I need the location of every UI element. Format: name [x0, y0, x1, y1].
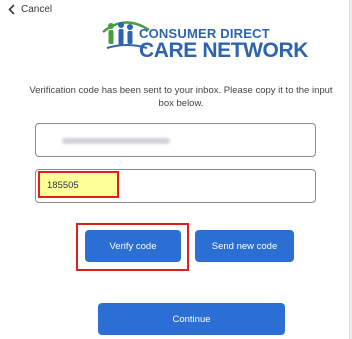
- cancel-label: Cancel: [21, 4, 53, 15]
- chevron-left-icon: [8, 4, 15, 15]
- consumer-direct-logo: CONSUMER DIRECT CARE NETWORK: [97, 10, 308, 64]
- email-field[interactable]: [35, 123, 316, 157]
- verification-code-field[interactable]: 185505: [35, 169, 316, 203]
- code-value: 185505: [47, 180, 79, 191]
- cancel-link[interactable]: Cancel: [8, 4, 52, 15]
- logo-text-bottom: CARE NETWORK: [139, 39, 309, 62]
- continue-button[interactable]: Continue: [98, 303, 285, 335]
- verification-card: Cancel CONSUMER DIRECT CARE NETWORK Veri…: [0, 0, 350, 339]
- send-new-code-button[interactable]: Send new code: [195, 230, 294, 262]
- instruction-text: Verification code has been sent to your …: [29, 85, 333, 109]
- code-highlight: 185505: [38, 171, 119, 198]
- email-value-redacted: [62, 138, 170, 144]
- verify-code-button[interactable]: Verify code: [85, 230, 181, 262]
